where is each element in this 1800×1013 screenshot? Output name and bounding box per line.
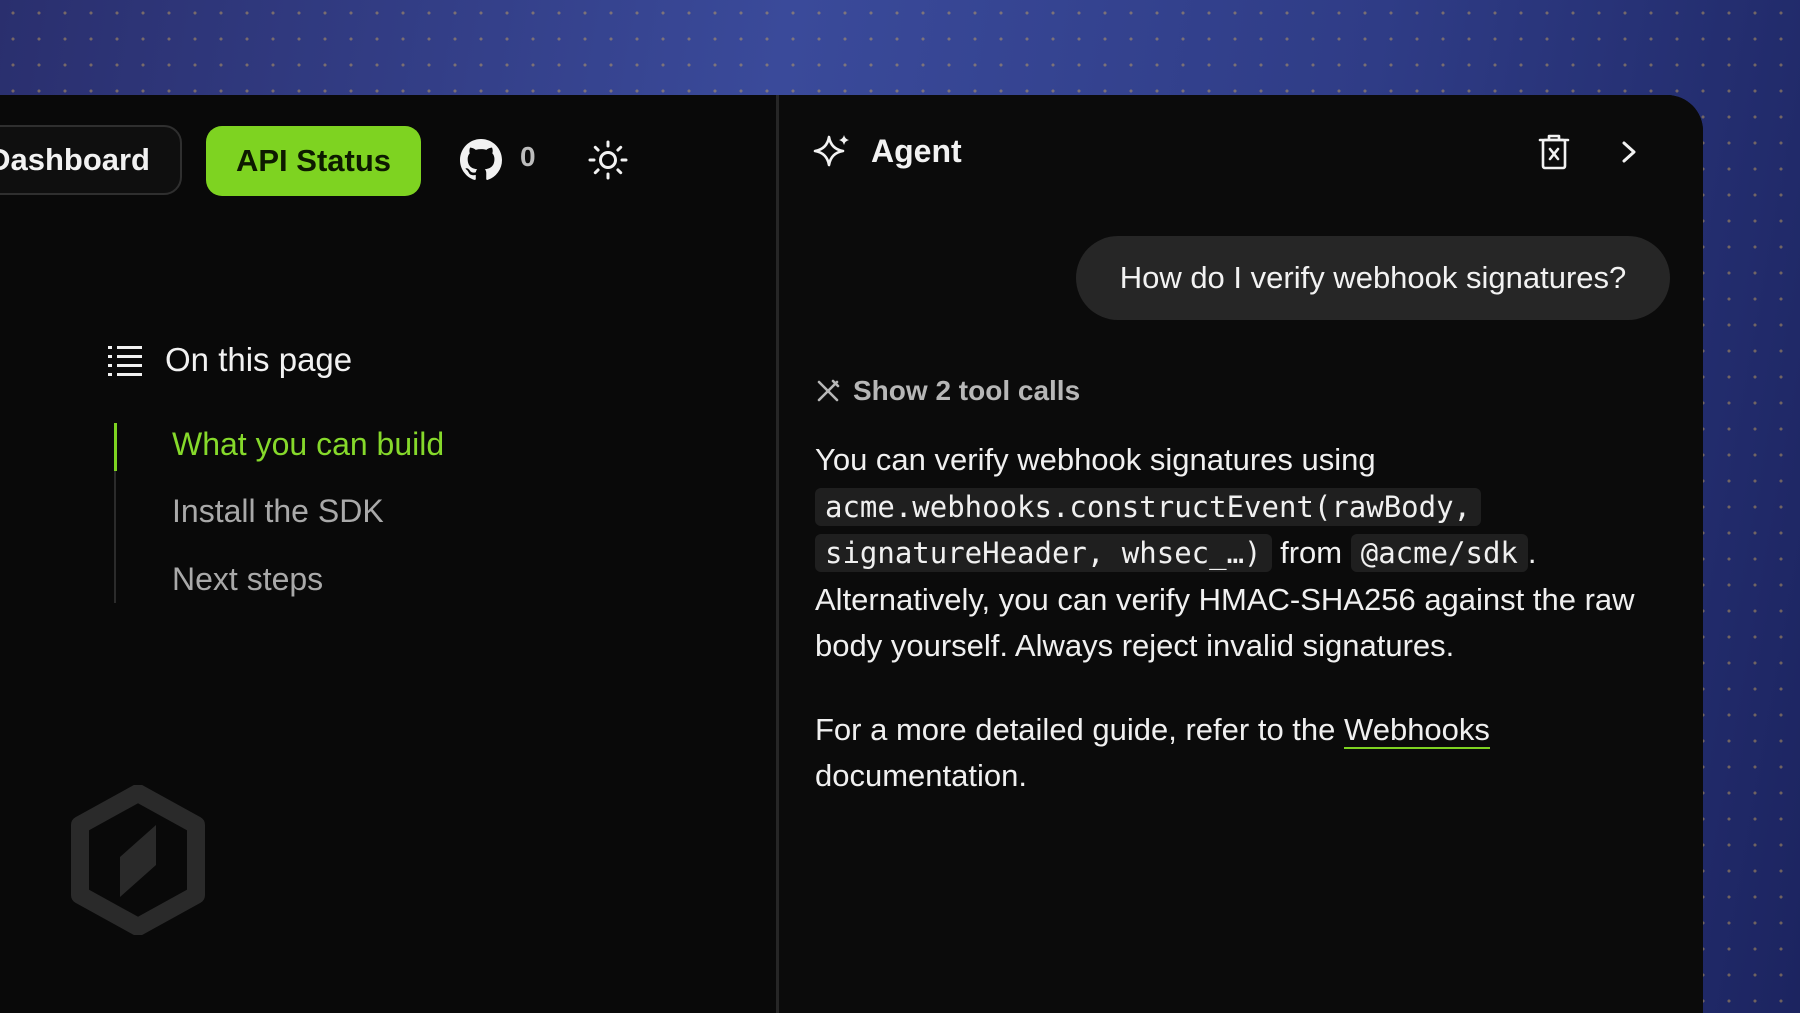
answer-text: documentation. <box>815 758 1027 793</box>
tools-icon <box>817 379 840 402</box>
brand-logo-icon <box>71 785 205 935</box>
answer-text: For a more detailed guide, refer to the <box>815 711 1345 747</box>
list-icon <box>108 346 142 376</box>
answer-text: You can verify webhook signatures using <box>815 442 1376 477</box>
api-status-button[interactable]: API Status <box>206 126 421 196</box>
answer-text: from <box>1271 535 1351 570</box>
show-tool-calls-toggle[interactable]: Show 2 tool calls <box>815 375 1080 407</box>
docs-panel: Dashboard API Status 0 On this page What… <box>0 95 776 1013</box>
user-message-bubble: How do I verify webhook signatures? <box>1076 236 1670 320</box>
answer-paragraph-2: For a more detailed guide, refer to the … <box>815 707 1655 800</box>
toc-item-install-sdk[interactable]: Install the SDK <box>172 493 384 530</box>
inline-code: @acme/sdk <box>1350 534 1528 572</box>
toc-active-indicator <box>114 423 117 471</box>
clear-chat-trash-icon[interactable] <box>1537 133 1571 171</box>
toc-item-what-you-can-build[interactable]: What you can build <box>172 426 444 463</box>
agent-answer: You can verify webhook signatures using … <box>815 437 1655 800</box>
app-window: Dashboard API Status 0 On this page What… <box>0 95 1703 1013</box>
agent-panel: Agent How do I verify webhook signatures… <box>779 95 1703 1013</box>
tool-calls-label: Show 2 tool calls <box>853 375 1081 406</box>
answer-paragraph-1: You can verify webhook signatures using … <box>815 437 1655 670</box>
github-star-count: 0 <box>520 141 536 172</box>
toc-item-next-steps[interactable]: Next steps <box>172 561 323 598</box>
agent-title: Agent <box>871 133 962 169</box>
toc-title: On this page <box>165 341 353 378</box>
sun-icon[interactable] <box>588 140 628 180</box>
chevron-right-icon[interactable] <box>1614 135 1644 169</box>
webhooks-doc-link[interactable]: Webhooks <box>1344 711 1490 749</box>
dashboard-button[interactable]: Dashboard <box>0 125 182 195</box>
sparkle-icon <box>813 135 849 167</box>
github-icon[interactable] <box>460 139 502 181</box>
